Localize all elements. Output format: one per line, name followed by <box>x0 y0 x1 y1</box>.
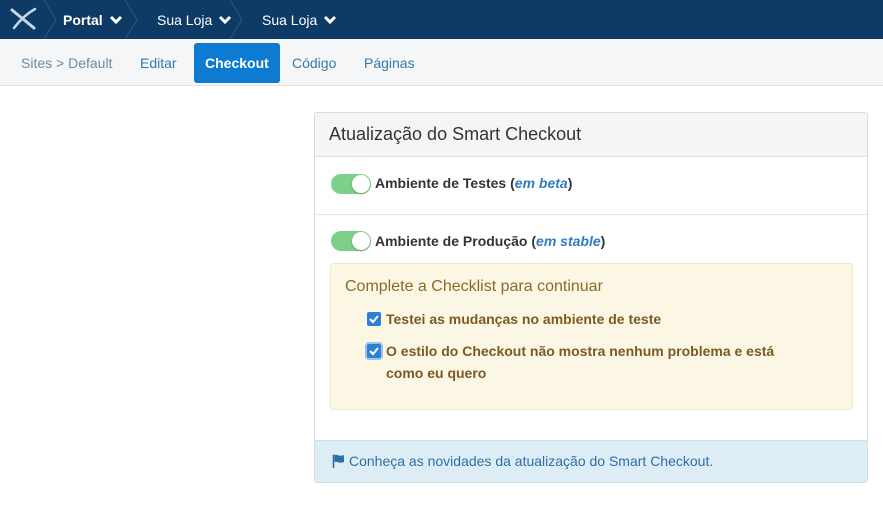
breadcrumb-separator <box>229 0 243 39</box>
beta-tag: em beta <box>514 175 568 191</box>
breadcrumb-label: Portal <box>63 11 103 28</box>
label-text: Ambiente de Testes ( <box>375 175 515 191</box>
chevron-down-icon <box>109 15 122 24</box>
breadcrumb-separator <box>43 0 57 39</box>
panel-title: Atualização do Smart Checkout <box>315 113 867 157</box>
label-line-2: como eu quero <box>386 365 487 381</box>
breadcrumb-label: Sua Loja <box>157 11 213 28</box>
tab-codigo[interactable]: Código <box>281 43 347 83</box>
label-close: ) <box>600 233 606 249</box>
panel-footer: Conheça as novidades da atualização do S… <box>315 440 867 482</box>
toggle-knob <box>352 232 370 250</box>
production-environment-row: Ambiente de Produção (em stable) <box>315 215 867 255</box>
smart-checkout-news-link[interactable]: Conheça as novidades da atualização do S… <box>349 453 713 469</box>
top-navigation-bar: Portal Sua Loja Sua Loja <box>0 0 883 39</box>
breadcrumb-separator <box>124 0 138 39</box>
test-environment-label: Ambiente de Testes (em beta) <box>375 175 572 191</box>
smart-checkout-panel: Atualização do Smart Checkout Ambiente d… <box>314 112 868 483</box>
production-environment-toggle[interactable] <box>331 231 371 251</box>
toggle-knob <box>352 175 370 193</box>
checklist-label-tested: Testei as mudanças no ambiente de teste <box>386 311 662 327</box>
breadcrumb-store-2[interactable]: Sua Loja <box>262 0 337 39</box>
tab-editar[interactable]: Editar <box>129 43 188 83</box>
tab-paginas[interactable]: Páginas <box>353 43 426 83</box>
stable-tag: em stable <box>536 233 601 249</box>
chevron-down-icon <box>324 15 337 24</box>
label-close: ) <box>567 175 573 191</box>
checklist-box: Complete a Checklist para continuar Test… <box>330 263 853 410</box>
checklist-title: Complete a Checklist para continuar <box>345 278 603 295</box>
check-icon <box>369 347 379 356</box>
label-line-1: O estilo do Checkout não mostra nenhum p… <box>386 343 775 359</box>
checklist-checkbox-tested[interactable] <box>367 312 381 326</box>
production-environment-label: Ambiente de Produção (em stable) <box>375 233 605 249</box>
test-environment-toggle[interactable] <box>331 174 371 194</box>
test-environment-row: Ambiente de Testes (em beta) <box>315 157 867 215</box>
check-icon <box>369 315 379 324</box>
checklist-label-style-ok: O estilo do Checkout não mostra nenhum p… <box>386 340 774 384</box>
breadcrumb-sites-default[interactable]: Sites > Default <box>10 43 123 83</box>
breadcrumb-label: Sua Loja <box>262 11 318 28</box>
checklist-checkbox-style-ok[interactable] <box>367 344 381 358</box>
x-logo-icon[interactable] <box>8 6 40 32</box>
flag-icon <box>332 454 344 468</box>
sub-navigation: Sites > Default Editar Checkout Código P… <box>0 39 883 86</box>
breadcrumb-portal[interactable]: Portal <box>63 0 123 39</box>
tab-checkout[interactable]: Checkout <box>194 43 280 83</box>
label-text: Ambiente de Produção ( <box>375 233 537 249</box>
breadcrumb-store-1[interactable]: Sua Loja <box>157 0 232 39</box>
